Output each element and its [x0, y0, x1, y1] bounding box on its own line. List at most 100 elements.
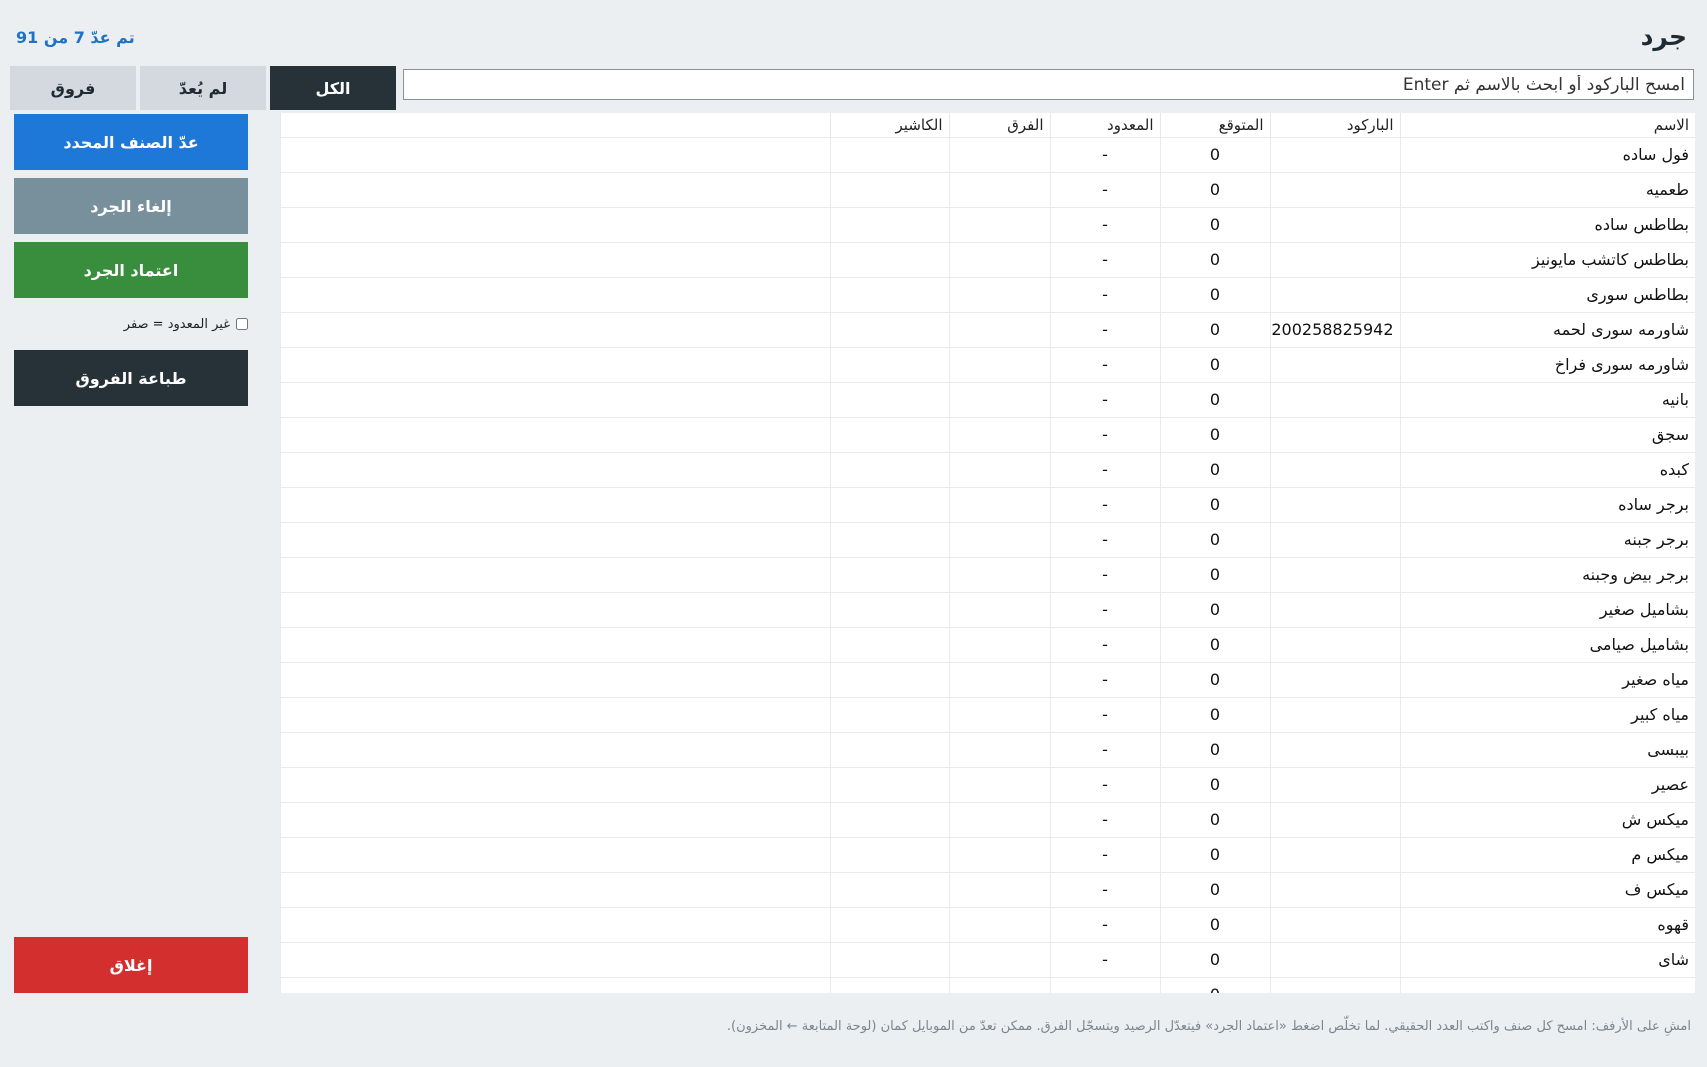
- cell-spacer: [280, 311, 830, 347]
- cell-name: سجق: [1399, 416, 1695, 452]
- cell-spacer: [280, 661, 830, 697]
- cell-name: برجر ساده: [1399, 486, 1695, 522]
- table-row[interactable]: طعميه 0-: [280, 171, 1695, 207]
- table-row[interactable]: شاورمه سورى فراخ 0-: [280, 346, 1695, 382]
- table-row[interactable]: ميكس ش 0-: [280, 801, 1695, 837]
- cell-spacer: [280, 346, 830, 382]
- cell-diff: [948, 661, 1050, 697]
- cell-name: ميكس ف: [1399, 871, 1695, 907]
- cell-name: مياه صغير: [1399, 661, 1695, 697]
- cell-counted: -: [1049, 906, 1160, 942]
- close-button[interactable]: إغلاق: [14, 937, 248, 993]
- cell-counted: -: [1049, 801, 1160, 837]
- cell-counted: -: [1049, 731, 1160, 767]
- cell-name: بطاطس ساده: [1399, 206, 1695, 242]
- table-row[interactable]: بطاطس سورى 0-: [280, 276, 1695, 312]
- column-header-cashier[interactable]: الكاشير: [829, 113, 949, 137]
- table-row[interactable]: بطاطس ساده 0-: [280, 206, 1695, 242]
- cell-name: بطاطس كاتشب مايونيز: [1399, 241, 1695, 277]
- cell-cashier: [829, 696, 949, 732]
- filter-not-counted-button[interactable]: لم يُعدّ: [140, 66, 266, 110]
- cell-barcode: [1269, 346, 1400, 382]
- table-row[interactable]: مياه كبير 0-: [280, 696, 1695, 732]
- cell-barcode: [1269, 451, 1400, 487]
- column-header-diff[interactable]: الفرق: [948, 113, 1050, 137]
- table-row[interactable]: بشاميل صيامى 0-: [280, 626, 1695, 662]
- filter-differences-button[interactable]: فروق: [10, 66, 136, 110]
- print-differences-button[interactable]: طباعة الفروق: [14, 350, 248, 406]
- table-row[interactable]: مياه صغير 0-: [280, 661, 1695, 697]
- cell-barcode: 200258825942: [1269, 311, 1400, 347]
- cancel-count-button[interactable]: إلغاء الجرد: [14, 178, 248, 234]
- column-header-barcode[interactable]: الباركود: [1269, 113, 1400, 137]
- cell-expected: 0: [1159, 766, 1270, 802]
- cell-expected: 0: [1159, 591, 1270, 627]
- table-row[interactable]: بانيه 0-: [280, 381, 1695, 417]
- cell-counted: -: [1049, 521, 1160, 557]
- cell-expected: 0: [1159, 241, 1270, 277]
- cell-spacer: [280, 626, 830, 662]
- column-header-counted[interactable]: المعدود: [1049, 113, 1160, 137]
- table-row[interactable]: فول ساده 0-: [280, 136, 1695, 172]
- cell-counted: -: [1049, 486, 1160, 522]
- cell-cashier: [829, 976, 949, 993]
- cell-name: شاورمه سورى لحمه: [1399, 311, 1695, 347]
- table-row[interactable]: ميكس م 0-: [280, 836, 1695, 872]
- cell-barcode: [1269, 136, 1400, 172]
- cell-counted: -: [1049, 276, 1160, 312]
- cell-spacer: [280, 871, 830, 907]
- table-row[interactable]: برجر ساده 0-: [280, 486, 1695, 522]
- cell-barcode: [1269, 591, 1400, 627]
- cell-diff: [948, 906, 1050, 942]
- cell-name: قهوه: [1399, 906, 1695, 942]
- cell-spacer: [280, 801, 830, 837]
- cell-barcode: [1269, 171, 1400, 207]
- cell-diff: [948, 381, 1050, 417]
- cell-expected: 0: [1159, 696, 1270, 732]
- column-header-name[interactable]: الاسم: [1399, 113, 1695, 137]
- table-row[interactable]: سجق 0-: [280, 416, 1695, 452]
- uncounted-zero-option[interactable]: غير المعدود = صفر: [118, 315, 248, 333]
- cell-diff: [948, 871, 1050, 907]
- table-row[interactable]: 0: [280, 976, 1695, 993]
- cell-cashier: [829, 486, 949, 522]
- uncounted-zero-checkbox[interactable]: [236, 318, 248, 330]
- cell-spacer: [280, 206, 830, 242]
- count-selected-item-button[interactable]: عدّ الصنف المحدد: [14, 114, 248, 170]
- table-row[interactable]: قهوه 0-: [280, 906, 1695, 942]
- table-row[interactable]: بيبسى 0-: [280, 731, 1695, 767]
- cell-cashier: [829, 241, 949, 277]
- cell-expected: 0: [1159, 136, 1270, 172]
- table-row[interactable]: بطاطس كاتشب مايونيز 0-: [280, 241, 1695, 277]
- column-header-expected[interactable]: المتوقع: [1159, 113, 1270, 137]
- table-row[interactable]: شاى 0-: [280, 941, 1695, 977]
- cell-diff: [948, 626, 1050, 662]
- cell-cashier: [829, 941, 949, 977]
- cell-spacer: [280, 941, 830, 977]
- approve-count-button[interactable]: اعتماد الجرد: [14, 242, 248, 298]
- table-row[interactable]: بشاميل صغير 0-: [280, 591, 1695, 627]
- cell-spacer: [280, 381, 830, 417]
- cell-cashier: [829, 136, 949, 172]
- items-table-container[interactable]: الاسم الباركود المتوقع المعدود الفرق الك…: [280, 113, 1695, 993]
- table-row[interactable]: برجر جبنه 0-: [280, 521, 1695, 557]
- cell-diff: [948, 556, 1050, 592]
- table-row[interactable]: برجر بيض وجبنه 0-: [280, 556, 1695, 592]
- cell-barcode: [1269, 486, 1400, 522]
- cell-counted: -: [1049, 766, 1160, 802]
- cell-diff: [948, 486, 1050, 522]
- table-row[interactable]: كبده 0-: [280, 451, 1695, 487]
- cell-counted: -: [1049, 381, 1160, 417]
- cell-counted: -: [1049, 416, 1160, 452]
- cell-counted: -: [1049, 451, 1160, 487]
- filter-all-button[interactable]: الكل: [270, 66, 396, 110]
- table-row[interactable]: عصير 0-: [280, 766, 1695, 802]
- cell-expected: 0: [1159, 486, 1270, 522]
- column-header-spacer: [280, 113, 830, 137]
- cell-expected: 0: [1159, 276, 1270, 312]
- cell-cashier: [829, 206, 949, 242]
- table-row[interactable]: شاورمه سورى لحمه 200258825942 0-: [280, 311, 1695, 347]
- cell-spacer: [280, 696, 830, 732]
- barcode-search-input[interactable]: [403, 69, 1694, 100]
- table-row[interactable]: ميكس ف 0-: [280, 871, 1695, 907]
